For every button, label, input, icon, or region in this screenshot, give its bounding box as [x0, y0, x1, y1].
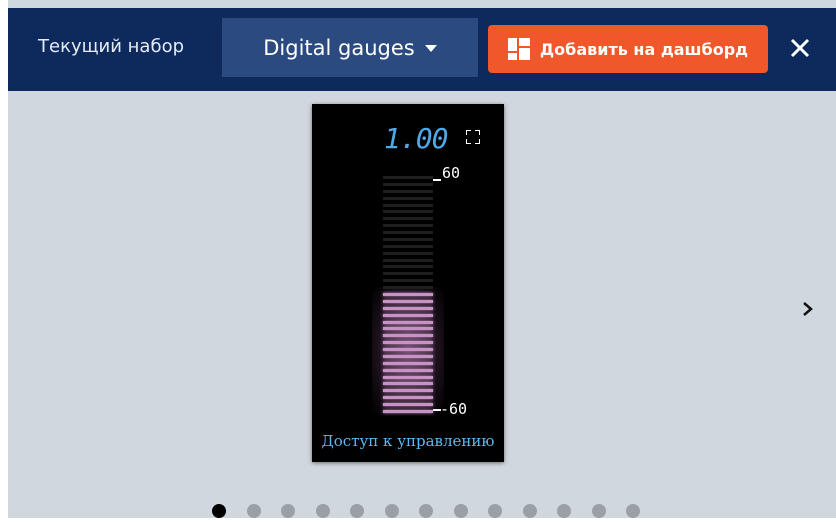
set-select-dropdown[interactable]: Digital gauges [222, 18, 478, 77]
gauge-segment [383, 231, 433, 234]
close-icon [790, 38, 810, 58]
gauge-segment [383, 362, 433, 365]
gauge-segment [383, 389, 433, 392]
carousel-dot[interactable] [315, 504, 330, 518]
header-bar: Текущий набор Digital gauges Добавить на… [8, 8, 836, 91]
add-to-dashboard-label: Добавить на дашборд [539, 39, 749, 59]
window-edge [0, 0, 8, 522]
carousel-dot[interactable] [591, 504, 606, 518]
gauge-segment [383, 265, 433, 268]
gauge-segment [383, 307, 433, 310]
carousel-dot[interactable] [212, 504, 226, 518]
set-select-value: Digital gauges [263, 35, 415, 60]
gauge-segment [383, 245, 433, 248]
access-control-link[interactable]: Доступ к управлению [312, 432, 504, 450]
carousel-dot[interactable] [246, 504, 261, 518]
gauge-segment [383, 252, 433, 255]
carousel-dot[interactable] [522, 504, 537, 518]
gauge-segment [383, 238, 433, 241]
carousel-dot[interactable] [453, 504, 468, 518]
bottom-divider [8, 518, 836, 522]
gauge-segment [383, 183, 433, 186]
carousel-dot[interactable] [557, 504, 571, 518]
gauge-segment [383, 286, 433, 289]
gauge-segment [383, 259, 433, 262]
gauge-segment [383, 293, 433, 296]
gauge-max-label: 60 [442, 164, 461, 182]
gauge-segment [383, 190, 433, 193]
gauge-segment [383, 348, 433, 351]
carousel-dot[interactable] [626, 504, 640, 518]
gauge-widget-card[interactable]: 1.00 60 -60 Доступ к управлению [312, 104, 504, 462]
fullscreen-icon[interactable] [466, 130, 480, 144]
current-set-label: Текущий набор [38, 36, 185, 57]
gauge-segment [383, 376, 433, 379]
carousel-dot[interactable] [281, 504, 295, 518]
gauge-segment [383, 403, 433, 406]
close-button[interactable] [780, 28, 820, 68]
gauge-min-label: -60 [440, 400, 468, 418]
chevron-right-icon [803, 302, 813, 316]
gauge-segment [383, 369, 433, 372]
dashboard-icon [507, 38, 530, 60]
carousel-dot[interactable] [488, 504, 502, 518]
caret-down-icon [424, 45, 437, 52]
gauge-segment [383, 217, 433, 220]
carousel-next-button[interactable] [798, 295, 818, 323]
gauge-segment [383, 224, 433, 227]
gauge-value: 1.00 [384, 122, 448, 155]
gauge-segment [383, 314, 433, 317]
add-to-dashboard-button[interactable]: Добавить на дашборд [488, 25, 768, 73]
gauge-max-tick [433, 179, 441, 181]
gauge-segment [383, 176, 433, 179]
gauge-segment [383, 279, 433, 282]
gauge-segment [383, 204, 433, 207]
gauge-segment [383, 341, 433, 344]
gauge-segment [383, 355, 433, 358]
gauge-segment [383, 272, 433, 275]
gauge-segment [383, 327, 433, 330]
gauge-segment [383, 334, 433, 337]
carousel-dot[interactable] [384, 504, 399, 518]
gauge-segment [383, 396, 433, 399]
gauge-segment [383, 382, 433, 385]
gauge-segment [383, 197, 433, 200]
carousel-dot[interactable] [350, 504, 364, 518]
gauge-segment [383, 300, 433, 303]
carousel-dot[interactable] [419, 504, 433, 518]
gauge-segment [383, 410, 433, 413]
gauge-segment [383, 210, 433, 213]
gauge-segment [383, 321, 433, 324]
